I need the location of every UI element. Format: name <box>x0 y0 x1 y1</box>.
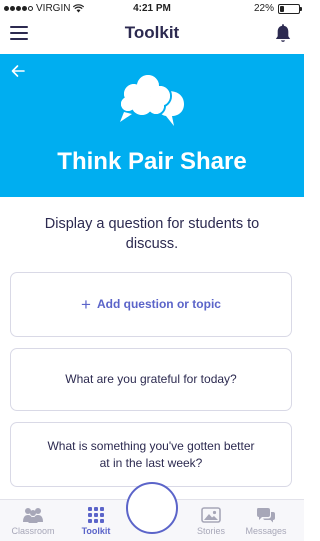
battery-icon <box>278 3 302 14</box>
question-card[interactable]: What is something you've gotten better a… <box>10 422 292 487</box>
hero-title: Think Pair Share <box>57 148 247 175</box>
bell-icon[interactable] <box>272 23 294 45</box>
battery-percent: 22% <box>253 3 274 14</box>
hero-banner: Think Pair Share <box>0 54 304 197</box>
header-bar: Toolkit <box>0 18 304 54</box>
add-question-button[interactable]: + Add question or topic <box>10 272 292 337</box>
question-text: What are you grateful for today? <box>65 372 237 386</box>
question-text: What is something you've gotten better a… <box>47 438 255 470</box>
classroom-icon <box>23 508 43 523</box>
center-action-button[interactable] <box>126 482 178 534</box>
tab-stories[interactable]: Stories <box>181 500 241 541</box>
stories-icon <box>201 507 221 523</box>
messages-icon <box>257 508 275 523</box>
grid-icon <box>88 507 104 523</box>
add-question-label: Add question or topic <box>96 297 221 311</box>
tab-label: Stories <box>196 526 225 536</box>
page-title: Toolkit <box>124 23 180 42</box>
question-card[interactable]: What are you grateful for today? <box>10 348 292 411</box>
tab-label: Toolkit <box>81 526 111 536</box>
tab-classroom[interactable]: Classroom <box>3 500 63 541</box>
tab-label: Messages <box>245 526 287 536</box>
battery-info: 22% <box>253 3 302 14</box>
instruction-text: Display a question for students to discu… <box>44 216 260 252</box>
tab-toolkit[interactable]: Toolkit <box>66 500 126 541</box>
plus-icon: + <box>81 295 91 314</box>
tab-messages[interactable]: Messages <box>236 500 296 541</box>
battery-level-fill <box>280 5 284 12</box>
speech-bubbles-icon <box>119 73 184 126</box>
tab-label: Classroom <box>11 526 55 536</box>
arrow-left-icon[interactable] <box>10 63 26 79</box>
status-bar: VIRGIN 4:21 PM 22% <box>0 0 304 18</box>
